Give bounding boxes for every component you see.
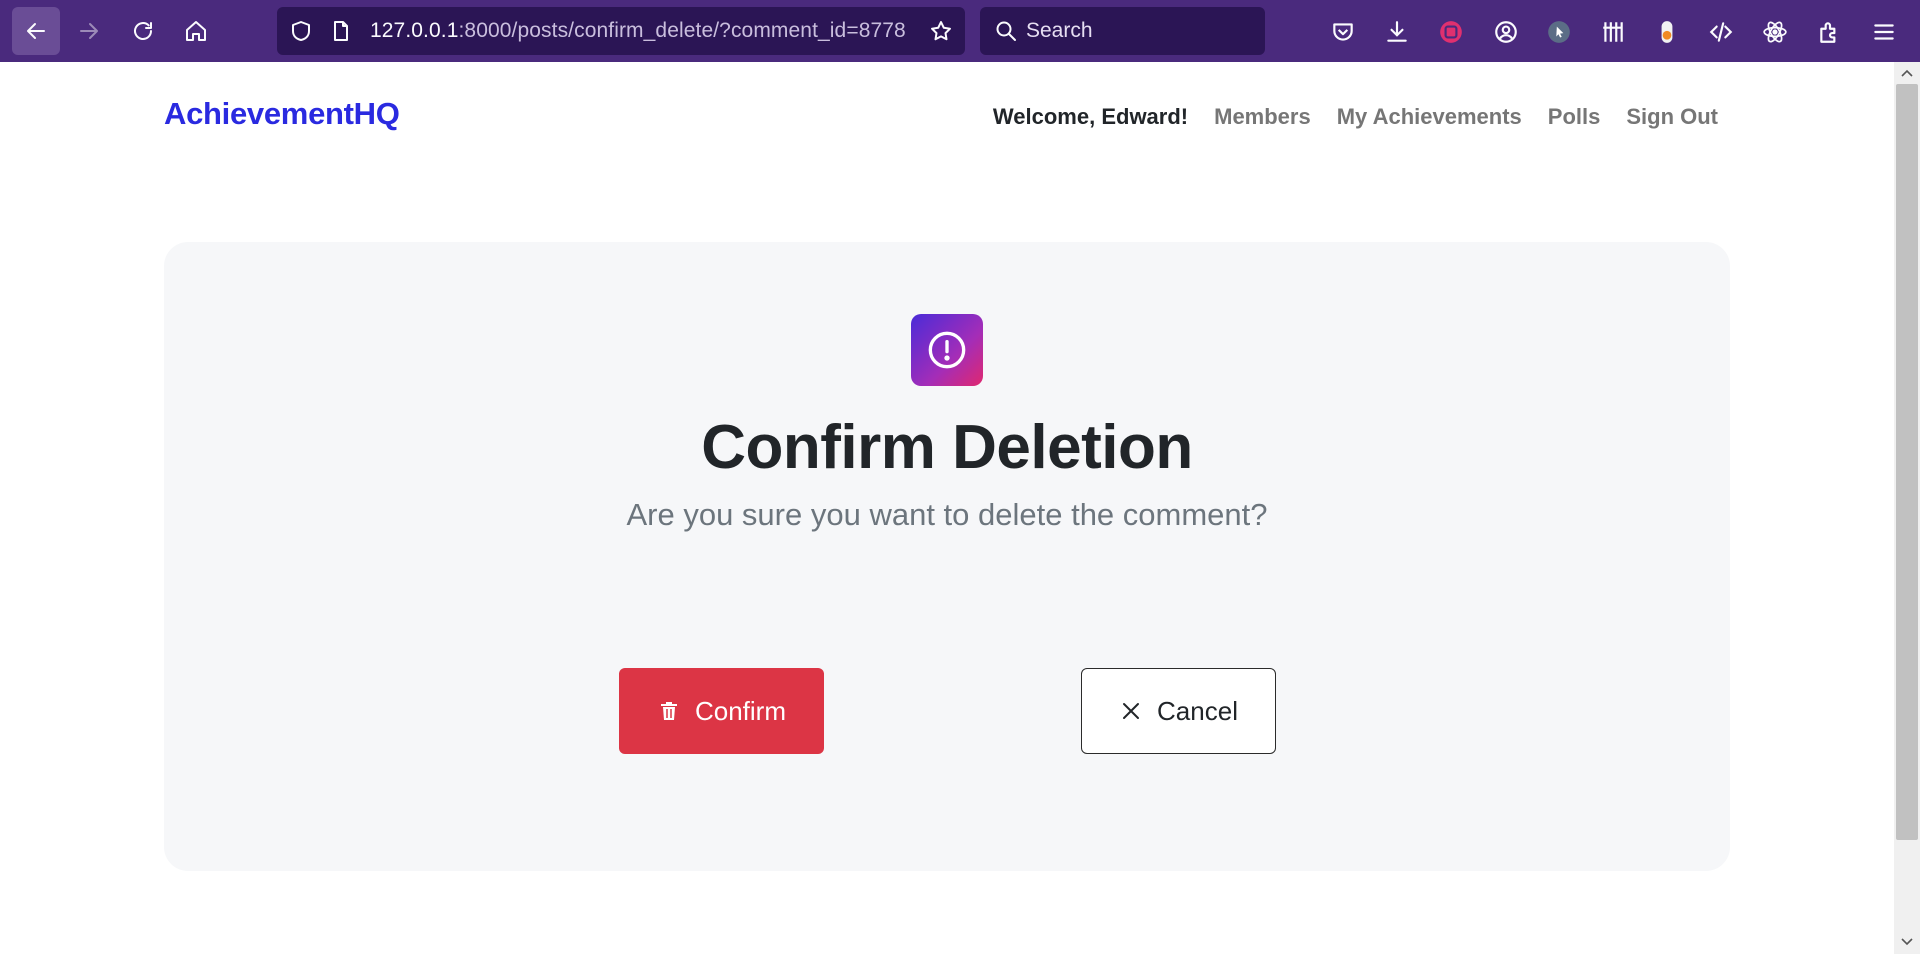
arrow-right-icon (80, 23, 98, 39)
back-button[interactable] (12, 7, 60, 55)
nav-link-sign-out[interactable]: Sign Out (1626, 104, 1718, 130)
browser-toolbar: 127.0.0.1:8000/posts/confirm_delete/?com… (0, 0, 1920, 62)
cancel-button[interactable]: Cancel (1081, 668, 1276, 754)
menu-icon[interactable] (1871, 19, 1897, 45)
search-placeholder: Search (1026, 19, 1093, 42)
nav-link-polls[interactable]: Polls (1548, 104, 1601, 130)
confirm-button-label: Confirm (694, 695, 786, 726)
confirm-button[interactable]: Confirm (619, 668, 824, 754)
welcome-text: Welcome, Edward! (992, 104, 1189, 129)
warning-badge (911, 314, 983, 386)
search-bar[interactable]: Search (980, 7, 1265, 55)
url-host: 127.0.0.1 (370, 19, 459, 42)
extensions-icon[interactable] (1817, 19, 1843, 45)
page-title: Confirm Deletion (701, 413, 1193, 482)
home-button[interactable] (172, 7, 220, 55)
pocket-icon[interactable] (1330, 19, 1356, 45)
react-icon[interactable] (1762, 19, 1788, 45)
confirm-message: Are you sure you want to delete the comm… (626, 497, 1268, 532)
grid-extension-icon[interactable] (1600, 19, 1626, 45)
code-icon[interactable] (1708, 19, 1734, 45)
nav-link-my-achievements[interactable]: My Achievements (1337, 104, 1522, 130)
site-logo[interactable]: AchievementHQ (164, 96, 400, 132)
search-icon (994, 19, 1018, 43)
reload-button[interactable] (119, 7, 167, 55)
exclamation-circle-icon (928, 331, 966, 369)
download-icon[interactable] (1384, 19, 1410, 45)
scroll-up-icon[interactable] (1899, 66, 1915, 82)
scroll-down-icon[interactable] (1899, 933, 1915, 949)
site-nav: Welcome, Edward! Members My Achievements… (993, 104, 1718, 130)
camera-extension-icon[interactable] (1438, 19, 1464, 45)
trash-icon (657, 699, 681, 723)
star-icon[interactable] (929, 19, 953, 43)
url-bar[interactable]: 127.0.0.1:8000/posts/confirm_delete/?com… (277, 7, 965, 55)
arrow-left-icon (27, 23, 45, 39)
url-text[interactable]: 127.0.0.1:8000/posts/confirm_delete/?com… (370, 7, 906, 55)
reload-icon (134, 22, 152, 40)
forward-button[interactable] (65, 7, 113, 55)
cancel-button-label: Cancel (1157, 695, 1238, 726)
cursor-extension-icon[interactable] (1546, 19, 1572, 45)
page-icon[interactable] (329, 19, 353, 43)
scrollbar-thumb[interactable] (1896, 84, 1918, 840)
account-icon[interactable] (1493, 19, 1519, 45)
url-path: :8000/posts/confirm_delete/?comment_id=8… (458, 19, 906, 42)
close-icon (1119, 699, 1143, 723)
shield-icon[interactable] (289, 19, 313, 43)
toggle-extension-icon[interactable] (1654, 19, 1680, 45)
nav-link-members[interactable]: Members (1214, 104, 1311, 130)
home-icon (186, 21, 206, 41)
